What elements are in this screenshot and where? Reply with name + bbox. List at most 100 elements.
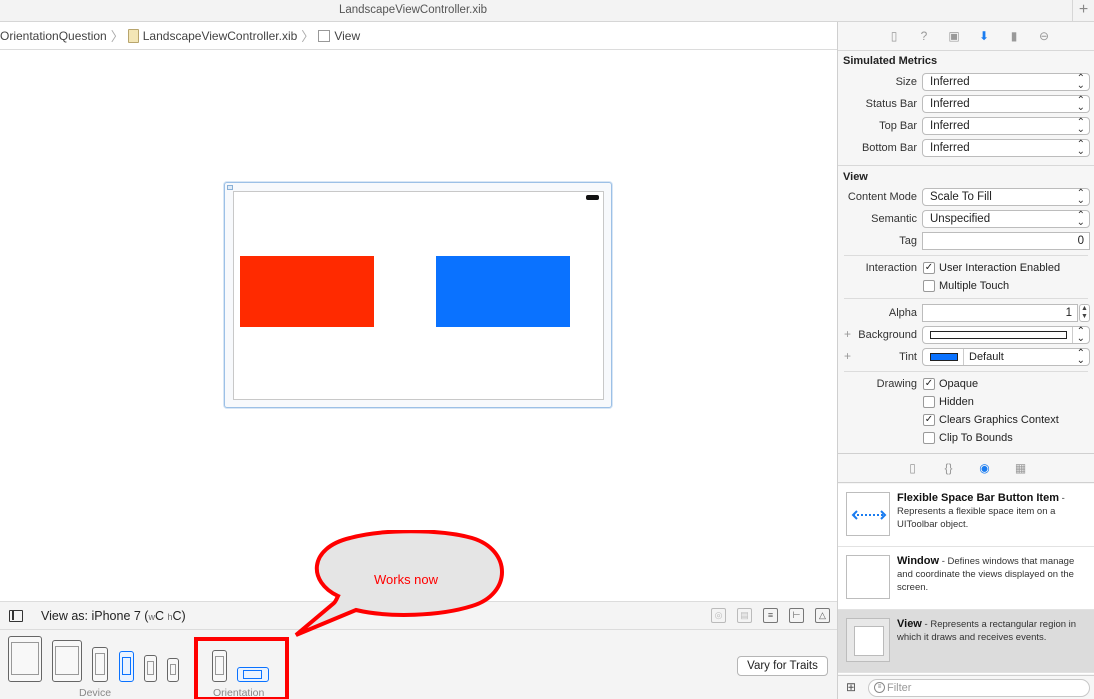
add-variation-icon[interactable]: +	[844, 327, 851, 341]
background-color-well[interactable]: ⌃ ⌄	[922, 326, 1090, 344]
device-configuration-bar: Device Orientation	[0, 630, 837, 699]
file-inspector-icon[interactable]: ▯	[886, 28, 902, 44]
updown-chevron-icon: ⌃ ⌄	[1076, 326, 1085, 344]
clears-graphics-checkbox[interactable]: ✓	[923, 414, 935, 426]
user-interaction-checkbox[interactable]: ✓	[923, 262, 935, 274]
library-item-view[interactable]: View - Represents a rectangular region i…	[838, 610, 1094, 673]
iphone-se-device-icon[interactable]	[144, 655, 157, 682]
clip-to-bounds-checkbox[interactable]	[923, 432, 935, 444]
object-library-list: Flexible Space Bar Button Item - Represe…	[838, 484, 1094, 674]
clip-to-bounds-label: Clip To Bounds	[939, 432, 1013, 444]
status-bar-popup[interactable]: Inferred ⌃ ⌄	[922, 95, 1090, 113]
top-bar-label: Top Bar	[879, 120, 917, 132]
library-filter-bar: ⊞ ≡ Filter	[838, 675, 1094, 699]
bottom-bar-value: Inferred	[930, 142, 970, 154]
updown-chevron-icon: ⌃ ⌄	[1076, 117, 1085, 135]
interface-builder-canvas[interactable]	[0, 51, 837, 601]
width-class: C	[154, 609, 168, 623]
device-caption: Device	[79, 687, 112, 699]
updown-chevron-icon: ⌃ ⌄	[1076, 348, 1085, 366]
updown-chevron-icon: ⌃ ⌄	[1076, 139, 1085, 157]
code-snippet-library-icon[interactable]: {}	[941, 460, 957, 476]
updown-chevron-icon: ⌃ ⌄	[1076, 210, 1085, 228]
align-icon[interactable]: ≡	[763, 608, 778, 623]
ipad-pro-12-device-icon[interactable]	[8, 636, 42, 682]
background-label: Background	[858, 329, 917, 341]
tag-label: Tag	[899, 235, 917, 247]
alpha-label: Alpha	[888, 307, 917, 319]
root-view[interactable]	[233, 191, 604, 400]
breadcrumb-separator-icon: 〉	[301, 29, 315, 44]
breadcrumb-view[interactable]: View	[318, 29, 360, 43]
media-library-icon[interactable]: ▦	[1013, 460, 1029, 476]
breadcrumb-file[interactable]: LandscapeViewController.xib	[127, 28, 297, 43]
clears-graphics-label: Clears Graphics Context	[939, 414, 1059, 426]
interaction-label: Interaction	[865, 262, 917, 274]
iphone-7-device-icon[interactable]	[119, 651, 134, 682]
bottom-bar-popup[interactable]: Inferred ⌃ ⌄	[922, 139, 1090, 157]
add-variation-icon[interactable]: +	[844, 349, 851, 363]
vary-for-traits-button[interactable]: Vary for Traits	[737, 656, 828, 676]
window-titlebar: LandscapeViewController.xib +	[0, 0, 1094, 22]
alpha-field[interactable]: 1	[922, 304, 1078, 322]
updown-chevron-icon: ⌃ ⌄	[1076, 73, 1085, 91]
quick-help-icon[interactable]: ?	[916, 28, 932, 44]
semantic-value: Unspecified	[930, 213, 991, 225]
view-as-device: View as: iPhone 7 (	[41, 609, 149, 623]
tint-color-popup[interactable]: Default ⌃ ⌄	[922, 348, 1090, 366]
hidden-checkbox[interactable]	[923, 396, 935, 408]
library-filter-input[interactable]: ≡ Filter	[868, 679, 1090, 697]
multiple-touch-checkbox[interactable]	[923, 280, 935, 292]
size-popup[interactable]: Inferred ⌃ ⌄	[922, 73, 1090, 91]
attributes-inspector-icon[interactable]: ⬇	[976, 28, 992, 44]
content-mode-value: Scale To Fill	[930, 191, 992, 203]
library-item-text: View - Represents a rectangular region i…	[897, 618, 1077, 643]
iphone-4s-device-icon[interactable]	[167, 658, 179, 682]
bottom-bar-label: Bottom Bar	[861, 142, 917, 154]
zoom-fit-icon[interactable]: ◎	[711, 608, 726, 623]
filter-placeholder: Filter	[887, 682, 912, 694]
top-bar-popup[interactable]: Inferred ⌃ ⌄	[922, 117, 1090, 135]
file-template-library-icon[interactable]: ▯	[905, 460, 921, 476]
filter-icon: ≡	[874, 682, 885, 693]
annotation-speech-bubble: Works now	[294, 530, 504, 637]
view-object-icon	[846, 618, 890, 662]
iphone-plus-device-icon[interactable]	[92, 647, 108, 682]
inspector-tabs: ▯ ? ▣ ⬇ ▮ ⊖	[838, 22, 1094, 51]
hidden-label: Hidden	[939, 396, 974, 408]
divider	[963, 349, 964, 365]
blue-subview[interactable]	[436, 256, 570, 327]
object-library-icon[interactable]: ◉	[977, 460, 993, 476]
red-subview[interactable]	[240, 256, 374, 327]
resolve-autolayout-icon[interactable]: △	[815, 608, 830, 623]
library-item-name: Window	[897, 555, 940, 567]
scene-dock-icon[interactable]	[227, 185, 233, 190]
document-outline-toggle-icon[interactable]	[9, 610, 23, 622]
tint-label: Tint	[899, 351, 917, 363]
grid-view-icon[interactable]: ⊞	[846, 681, 859, 694]
ipad-pro-9-device-icon[interactable]	[52, 640, 82, 682]
embed-stack-icon[interactable]: ▤	[737, 608, 752, 623]
add-tab-button[interactable]: +	[1072, 0, 1094, 22]
size-inspector-icon[interactable]: ▮	[1006, 28, 1022, 44]
connections-inspector-icon[interactable]: ⊖	[1036, 28, 1052, 44]
simulated-metrics-section: Simulated Metrics Size Inferred ⌃ ⌄ Status …	[838, 51, 1094, 166]
library-item-flexible-space[interactable]: Flexible Space Bar Button Item - Represe…	[838, 484, 1094, 547]
semantic-popup[interactable]: Unspecified ⌃ ⌄	[922, 210, 1090, 228]
opaque-checkbox[interactable]: ✓	[923, 378, 935, 390]
pin-icon[interactable]: ⊢	[789, 608, 804, 623]
alpha-stepper[interactable]: ▲ ▼	[1079, 304, 1090, 322]
tag-field[interactable]: 0	[922, 232, 1090, 250]
view-controller-scene[interactable]	[224, 182, 612, 408]
divider	[1072, 327, 1073, 343]
xib-file-icon	[127, 28, 139, 43]
divider	[844, 298, 1088, 299]
content-mode-popup[interactable]: Scale To Fill ⌃ ⌄	[922, 188, 1090, 206]
breadcrumb-project[interactable]: OrientationQuestion	[0, 29, 107, 43]
breadcrumb-separator-icon: 〉	[110, 29, 124, 44]
view-as-label[interactable]: View as: iPhone 7 (wC hC)	[41, 609, 186, 623]
library-item-window[interactable]: Window - Defines windows that manage and…	[838, 547, 1094, 610]
identity-inspector-icon[interactable]: ▣	[946, 28, 962, 44]
window-title: LandscapeViewController.xib	[338, 4, 488, 16]
flexible-space-icon	[846, 492, 890, 536]
